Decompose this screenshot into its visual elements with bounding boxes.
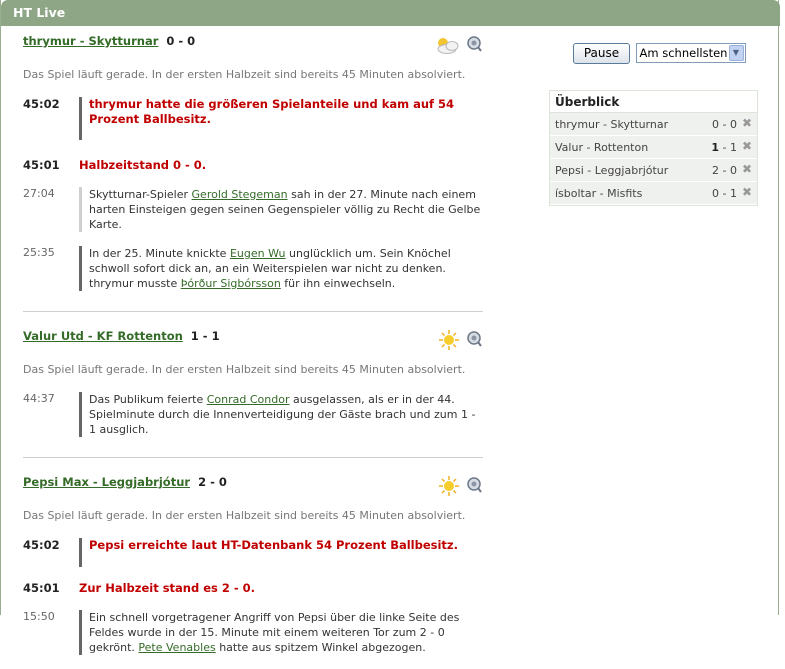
event-text-part: Das Publikum feierte [89, 393, 207, 406]
overview-row[interactable]: Valur - Rottenton 1 - 1 ✖ [550, 136, 757, 159]
event-text: Pepsi erreichte laut HT-Datenbank 54 Pro… [79, 538, 483, 567]
event-row: 25:35 In der 25. Minute knickte Eugen Wu… [23, 246, 483, 291]
event-text-part: für ihn einwechseln. [280, 277, 396, 290]
window-title: HT Live [1, 0, 780, 26]
live-feed: thrymur - Skytturnar 0 - 0 Das Spiel läu… [23, 34, 483, 669]
close-icon[interactable]: ✖ [742, 139, 752, 153]
overview-score-rest: - 1 [719, 141, 737, 154]
event-time: 15:50 [23, 610, 55, 623]
match-divider [23, 311, 483, 312]
sun-icon [439, 476, 459, 496]
player-link[interactable]: Þórður Sigbórsson [181, 277, 281, 290]
zoom-icon[interactable] [467, 36, 482, 52]
match-score: 0 - 0 [166, 34, 196, 48]
event-time: 45:02 [23, 97, 60, 111]
overview-score: 2 - 0 [712, 164, 737, 177]
partly-cloudy-icon [437, 38, 459, 54]
match-icons [433, 475, 483, 497]
event-time: 27:04 [23, 187, 55, 200]
close-icon[interactable]: ✖ [742, 162, 752, 176]
speed-select[interactable]: Am schnellsten ▼ [635, 43, 746, 63]
overview-score-home: 1 [711, 141, 720, 154]
zoom-icon[interactable] [467, 331, 482, 347]
match-status: Das Spiel läuft gerade. In der ersten Ha… [23, 363, 466, 376]
match-score: 1 - 1 [190, 329, 220, 343]
event-text-part: In der 25. Minute knickte [89, 247, 230, 260]
match-header: Valur Utd - KF Rottenton 1 - 1 [23, 329, 483, 351]
overview-match-name[interactable]: Pepsi - Leggjabrjótur [555, 164, 668, 177]
event-text: Ein schnell vorgetragener Angriff von Pe… [79, 610, 483, 655]
match-icons [433, 329, 483, 351]
event-row: 45:02 Pepsi erreichte laut HT-Datenbank … [23, 538, 483, 567]
match-header: thrymur - Skytturnar 0 - 0 [23, 34, 483, 54]
event-time: 25:35 [23, 246, 55, 259]
chevron-down-icon[interactable]: ▼ [728, 45, 744, 61]
match-status: Das Spiel läuft gerade. In der ersten Ha… [23, 68, 466, 81]
event-time: 45:01 [23, 158, 60, 172]
overview-row[interactable]: thrymur - Skytturnar 0 - 0 ✖ [550, 113, 757, 136]
match-link[interactable]: Pepsi Max - Leggjabrjótur [23, 475, 190, 489]
event-text-part: Skytturnar-Spieler [89, 188, 192, 201]
event-text-part: hatte aus spitzem Winkel abgezogen. [215, 641, 426, 654]
event-row: 15:50 Ein schnell vorgetragener Angriff … [23, 610, 483, 655]
ht-live-window: HT Live thrymur - Skytturnar 0 - 0 Das S… [0, 0, 780, 655]
event-row: 45:01 Halbzeitstand 0 - 0. [23, 158, 483, 173]
overview-score: 0 - 0 [712, 118, 737, 131]
playback-controls: Pause Am schnellsten ▼ [573, 43, 746, 64]
match-icons [433, 34, 483, 56]
player-link[interactable]: Gerold Stegeman [192, 188, 288, 201]
event-row: 45:01 Zur Halbzeit stand es 2 - 0. [23, 581, 483, 596]
sun-icon [439, 330, 459, 350]
overview-row[interactable]: Pepsi - Leggjabrjótur 2 - 0 ✖ [550, 159, 757, 182]
overview-match-name[interactable]: Valur - Rottenton [555, 141, 648, 154]
player-link[interactable]: Pete Venables [138, 641, 215, 654]
zoom-icon[interactable] [467, 477, 482, 493]
match-divider [23, 457, 483, 458]
event-text: Halbzeitstand 0 - 0. [79, 158, 207, 172]
player-link[interactable]: Conrad Condor [207, 393, 290, 406]
event-row: 44:37 Das Publikum feierte Conrad Condor… [23, 392, 483, 437]
overview-panel: Überblick thrymur - Skytturnar 0 - 0 ✖ V… [549, 90, 758, 206]
event-text: Skytturnar-Spieler Gerold Stegeman sah i… [79, 187, 483, 232]
event-row: 45:02 thrymur hatte die größeren Spielan… [23, 97, 483, 140]
match-link[interactable]: Valur Utd - KF Rottenton [23, 329, 183, 343]
close-icon[interactable]: ✖ [742, 185, 752, 199]
event-row: 27:04 Skytturnar-Spieler Gerold Stegeman… [23, 187, 483, 232]
event-text: Das Publikum feierte Conrad Condor ausge… [79, 392, 483, 437]
event-text: Zur Halbzeit stand es 2 - 0. [79, 581, 256, 595]
event-text: In der 25. Minute knickte Eugen Wu unglü… [79, 246, 483, 291]
overview-title: Überblick [550, 91, 757, 113]
match-status: Das Spiel läuft gerade. In der ersten Ha… [23, 509, 466, 522]
event-time: 45:02 [23, 538, 60, 552]
pause-button[interactable]: Pause [573, 43, 630, 64]
match-score: 2 - 0 [198, 475, 227, 489]
match-header: Pepsi Max - Leggjabrjótur 2 - 0 [23, 475, 483, 497]
overview-row[interactable]: ísboltar - Misfits 0 - 1 ✖ [550, 182, 757, 205]
close-icon[interactable]: ✖ [742, 116, 752, 130]
player-link[interactable]: Eugen Wu [230, 247, 286, 260]
event-time: 45:01 [23, 581, 60, 595]
overview-score: 0 - 1 [712, 187, 737, 200]
speed-select-value: Am schnellsten [639, 46, 728, 60]
match-link[interactable]: thrymur - Skytturnar [23, 34, 158, 48]
overview-match-name[interactable]: ísboltar - Misfits [555, 187, 642, 200]
overview-score: 1 - 1 [711, 141, 737, 154]
event-text: thrymur hatte die größeren Spielanteile … [79, 97, 483, 140]
overview-match-name[interactable]: thrymur - Skytturnar [555, 118, 668, 131]
event-time: 44:37 [23, 392, 55, 405]
